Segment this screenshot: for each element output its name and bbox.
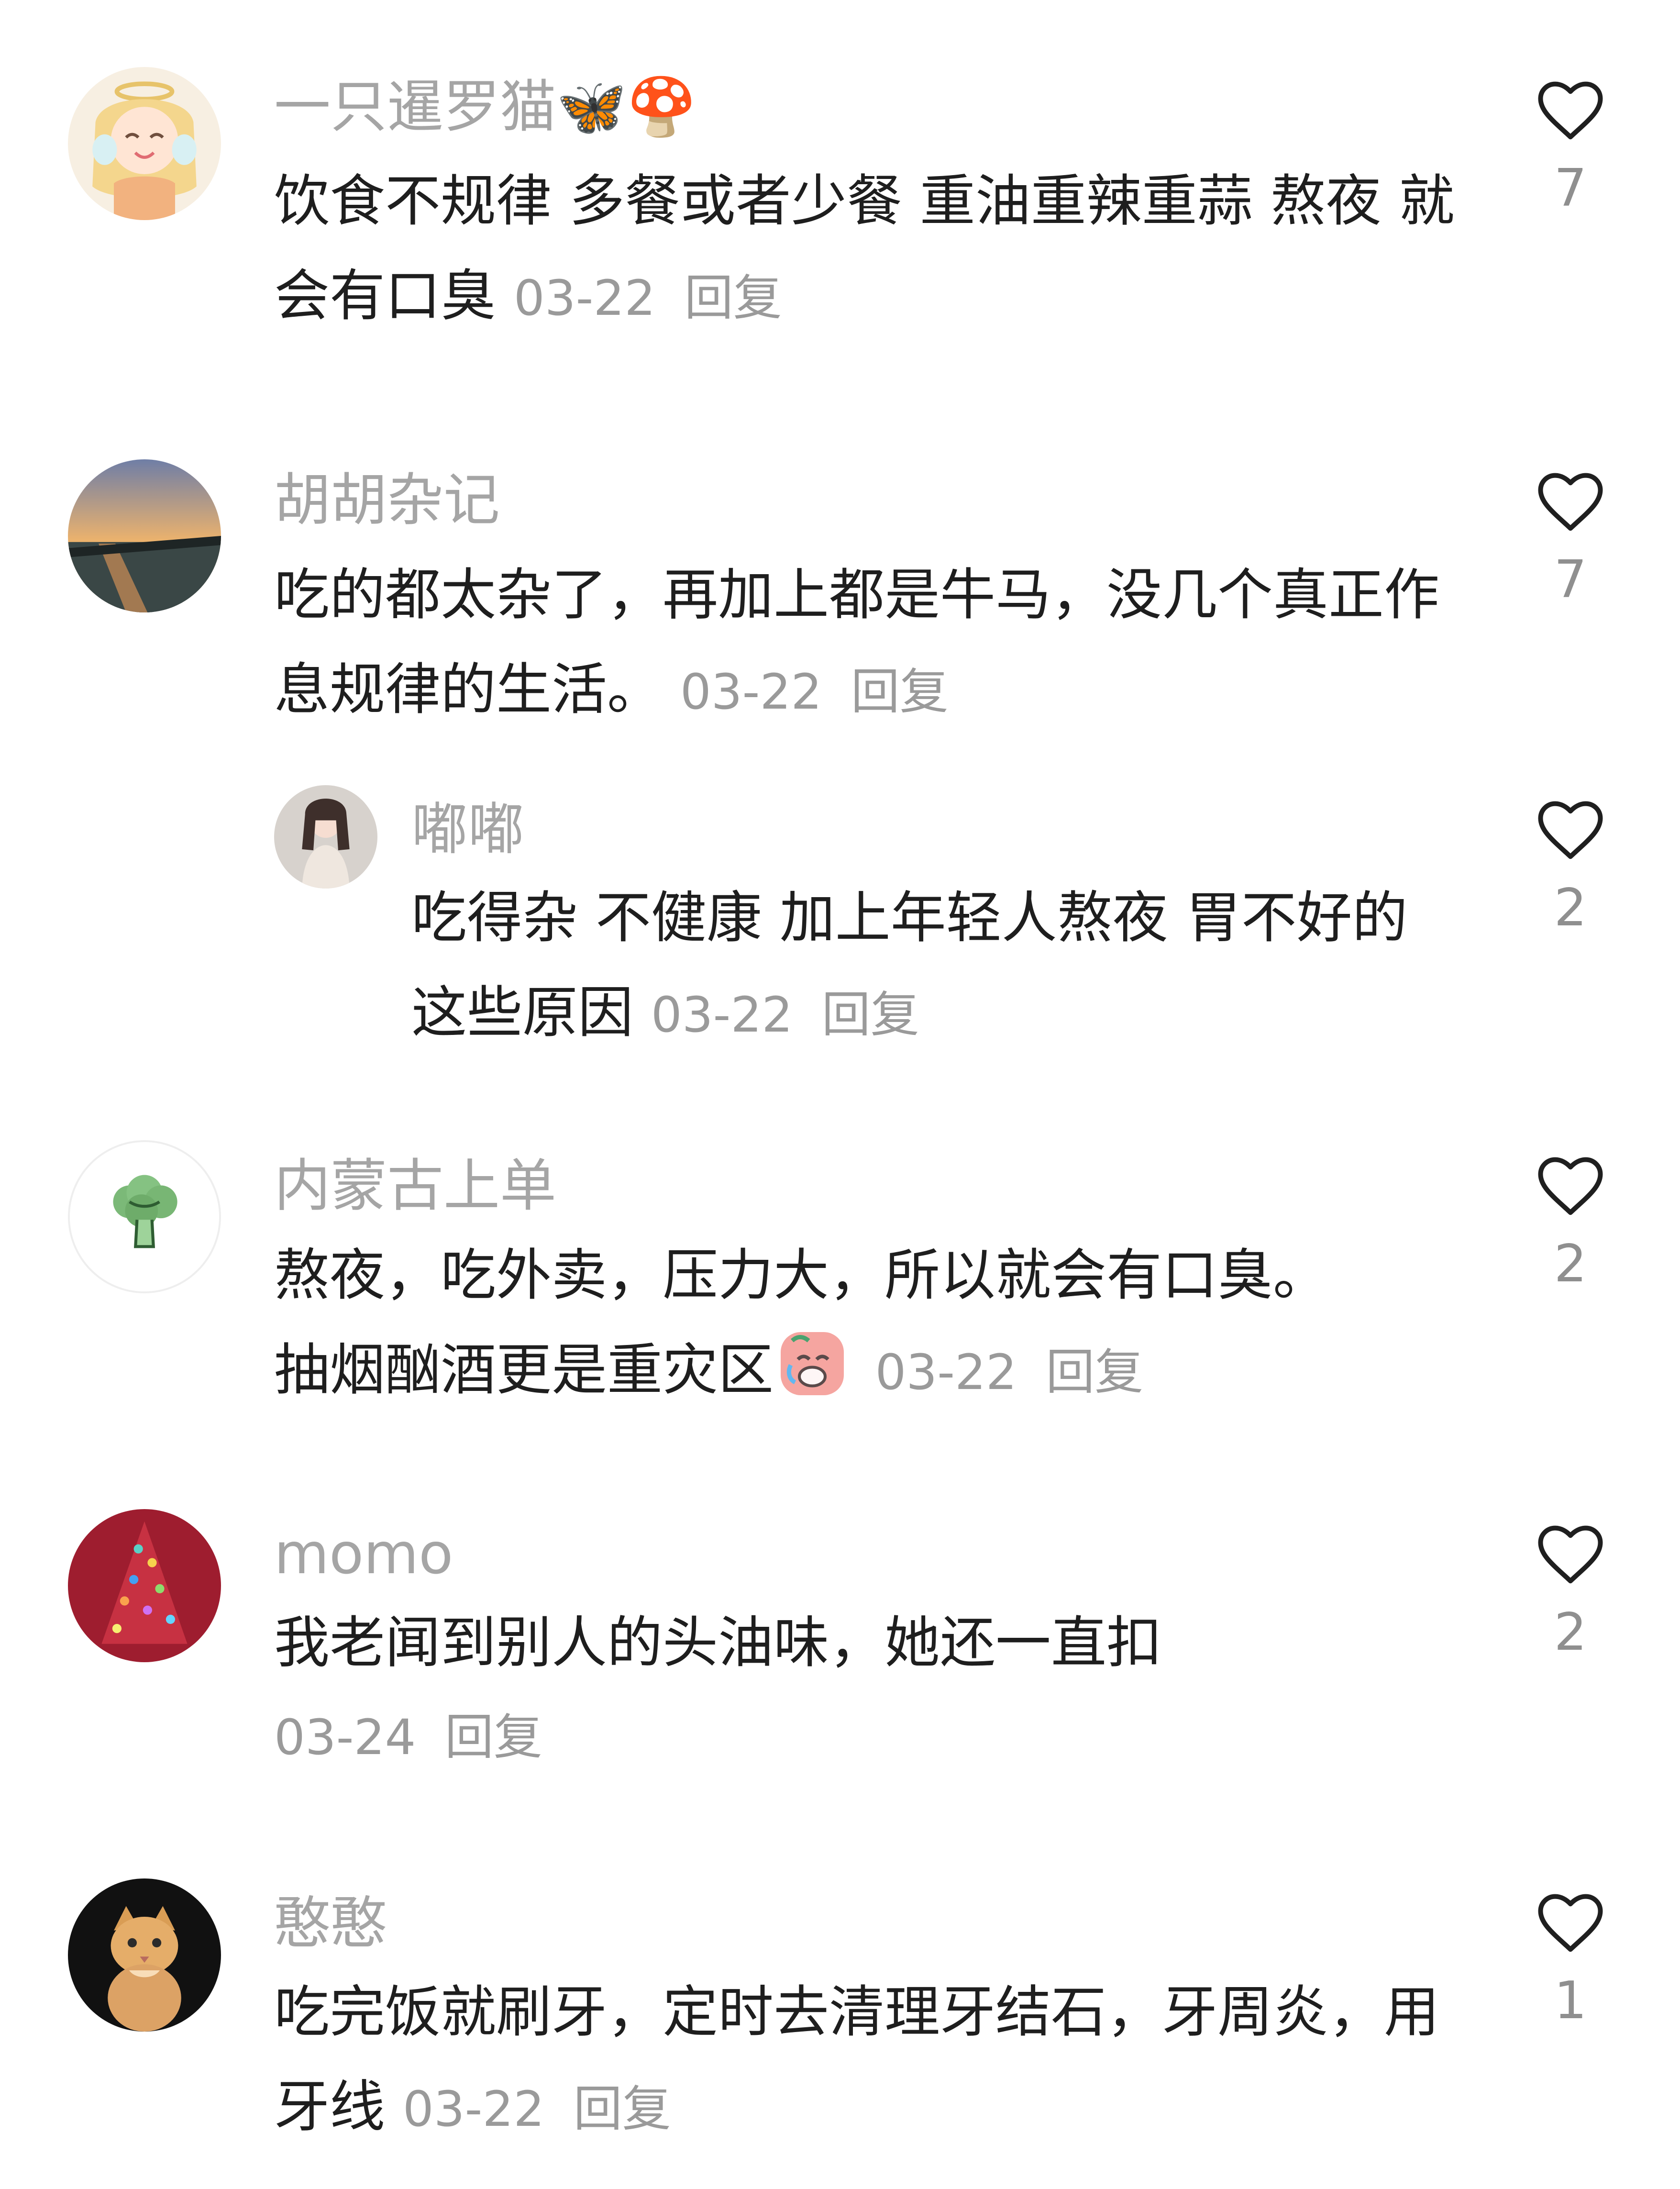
avatar[interactable]	[274, 785, 377, 889]
like-count: 7	[1554, 158, 1587, 218]
comment-text: 我老闻到别人的头油味，她还一直扣 03-24 回复	[274, 1596, 1460, 1785]
heart-outline-icon	[1538, 473, 1603, 531]
username[interactable]: 内蒙古上单	[274, 1150, 556, 1222]
comment-meta: 03-22 回复	[680, 664, 949, 721]
like-button[interactable]: 1	[1520, 1889, 1621, 2030]
heart-outline-icon	[1538, 81, 1603, 140]
comment-meta: 03-22 回复	[860, 1344, 1143, 1401]
comment-date: 03-22	[402, 2081, 545, 2138]
comment-date: 03-22	[651, 987, 793, 1044]
comment-body-line1: 熬夜，吃外卖，压力大，所以就会有口臭。	[274, 1243, 1328, 1308]
heart-outline-icon	[1538, 801, 1603, 859]
portrait-avatar-icon	[274, 785, 377, 889]
comment-meta: 03-22 回复	[403, 2081, 671, 2138]
like-button[interactable]: 7	[1520, 77, 1621, 217]
heart-outline-icon	[1538, 1157, 1603, 1215]
comment-date: 03-22	[875, 1344, 1017, 1401]
username[interactable]: 憨憨	[274, 1887, 387, 1959]
reply-button[interactable]: 回复	[851, 664, 949, 721]
comment-meta: 03-22 回复	[514, 270, 782, 327]
avatar[interactable]	[68, 1140, 221, 1293]
username[interactable]: 一只暹罗猫🦋🍄	[274, 71, 697, 143]
tree-avatar-icon	[68, 1509, 221, 1662]
comment-date: 03-22	[680, 664, 822, 721]
like-count: 1	[1554, 1971, 1587, 2031]
avatar[interactable]	[68, 1509, 221, 1662]
comment-meta: 03-24 回复	[274, 1690, 1460, 1785]
like-count: 2	[1554, 1602, 1587, 1662]
avatar[interactable]	[68, 67, 221, 220]
comment-text: 吃得杂 不健康 加上年轻人熬夜 胃不好的 这些原因 03-22 回复	[411, 871, 1459, 1063]
comment-body: 我老闻到别人的头油味，她还一直扣	[274, 1611, 1162, 1675]
reply-button[interactable]: 回复	[1046, 1344, 1143, 1401]
username[interactable]: 胡胡杂记	[274, 464, 500, 536]
like-count: 2	[1554, 878, 1587, 938]
reply-button[interactable]: 回复	[685, 270, 782, 327]
heart-outline-icon	[1538, 1894, 1603, 1952]
angel-avatar-icon	[68, 67, 221, 220]
comment-text: 吃的都太杂了，再加上都是牛马，没几个真正作息规律的生活。 03-22 回复	[274, 548, 1460, 740]
comment-body-line2-text: 抽烟酗酒更是重灾区	[274, 1338, 774, 1402]
like-count: 7	[1554, 550, 1587, 610]
comment-date: 03-22	[513, 270, 656, 327]
comment-text: 熬夜，吃外卖，压力大，所以就会有口臭。 抽烟酗酒更是重灾区 03-22 回复	[274, 1228, 1460, 1420]
comment-body-line2: 抽烟酗酒更是重灾区 03-22 回复	[274, 1323, 1460, 1420]
reply-button[interactable]: 回复	[822, 987, 919, 1044]
heart-outline-icon	[1538, 1525, 1603, 1584]
sunset-avatar-icon	[68, 459, 221, 612]
broccoli-avatar-icon	[70, 1142, 219, 1291]
reply-button[interactable]: 回复	[445, 1709, 542, 1766]
comments-page: 一只暹罗猫🦋🍄 饮食不规律 多餐或者少餐 重油重辣重蒜 熬夜 就会有口臭 03-…	[0, 0, 1680, 2189]
comment-text: 吃完饭就刷牙，定时去清理牙结石，牙周炎，用牙线 03-22 回复	[274, 1965, 1460, 2157]
cat-avatar-icon	[68, 1878, 221, 2032]
like-button[interactable]: 2	[1520, 796, 1621, 937]
like-button[interactable]: 7	[1520, 468, 1621, 609]
like-count: 2	[1554, 1234, 1587, 1294]
like-button[interactable]: 2	[1520, 1521, 1621, 1661]
avatar[interactable]	[68, 459, 221, 612]
comment-date: 03-24	[274, 1709, 416, 1766]
like-button[interactable]: 2	[1520, 1152, 1621, 1293]
username[interactable]: momo	[274, 1518, 453, 1589]
crying-face-emoji	[776, 1328, 848, 1400]
username[interactable]: 嘟嘟	[411, 793, 524, 865]
comment-text: 饮食不规律 多餐或者少餐 重油重辣重蒜 熬夜 就会有口臭 03-22 回复	[274, 154, 1460, 346]
avatar[interactable]	[68, 1878, 221, 2032]
comment-meta: 03-22 回复	[651, 987, 919, 1044]
reply-button[interactable]: 回复	[574, 2081, 671, 2138]
comment-body: 饮食不规律 多餐或者少餐 重油重辣重蒜 熬夜 就会有口臭	[274, 169, 1455, 328]
